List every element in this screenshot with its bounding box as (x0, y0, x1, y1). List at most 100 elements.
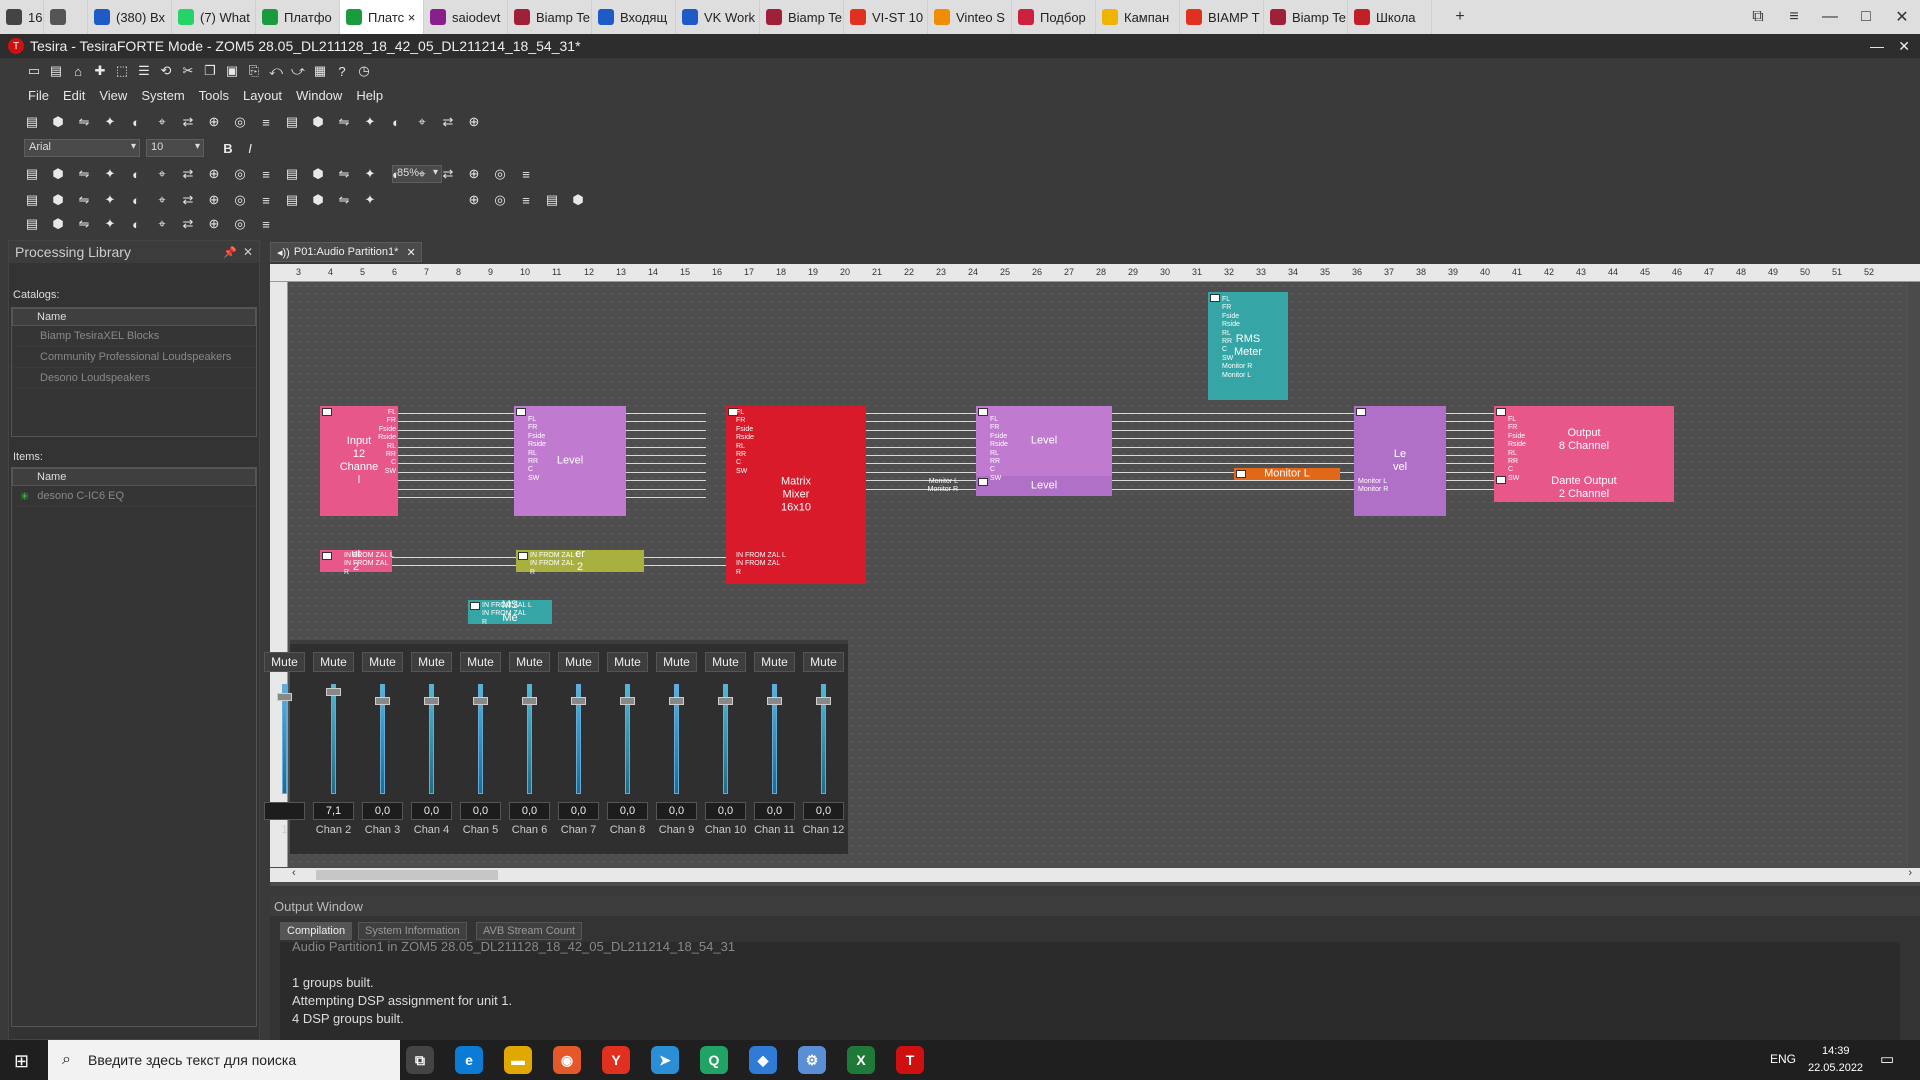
fader-value[interactable] (264, 802, 305, 820)
clock-date[interactable]: 22.05.2022 (1808, 1062, 1863, 1074)
toolbar-icon[interactable]: ▤ (544, 192, 560, 208)
fader-knob[interactable] (375, 697, 390, 706)
toolbar-icon[interactable]: ⌖ (414, 114, 430, 130)
mute-button[interactable]: Mute (656, 652, 697, 672)
toolbar-icon[interactable]: ≡ (518, 166, 534, 182)
browser-tab[interactable]: BIAMP T (1180, 0, 1264, 34)
toolbar-icon[interactable]: ▤ (24, 192, 40, 208)
toolbar-icon[interactable]: ◎ (232, 166, 248, 182)
toolbar-icon[interactable]: ▤ (284, 166, 300, 182)
toolbar-icon[interactable]: ◎ (232, 216, 248, 232)
toolbar-icon[interactable]: ≡ (258, 192, 274, 208)
fader-value[interactable]: 7,1 (313, 802, 354, 820)
toolbar-icon[interactable]: ⎘ (246, 63, 262, 79)
fader-knob[interactable] (571, 697, 586, 706)
menu-view[interactable]: View (99, 88, 127, 103)
toolbar-icon[interactable]: ⇋ (76, 192, 92, 208)
toolbar-icon[interactable]: ☰ (136, 63, 152, 79)
mute-button[interactable]: Mute (803, 652, 844, 672)
fader-knob[interactable] (424, 697, 439, 706)
toolbar-icon[interactable]: ⬚ (114, 63, 130, 79)
toolbar-icon[interactable]: ▤ (24, 216, 40, 232)
taskbar-search[interactable]: ⌕ Введите здесь текст для поиска (48, 1040, 400, 1080)
toolbar-icon[interactable]: ✦ (362, 166, 378, 182)
toolbar-icon[interactable]: ⤺ (268, 63, 284, 79)
taskbar-app-icon[interactable]: ⧉ (406, 1046, 434, 1074)
toolbar-icon[interactable]: ⇋ (76, 216, 92, 232)
browser-tab[interactable]: Платс × (340, 0, 424, 34)
toolbar-icon[interactable]: ⇋ (76, 166, 92, 182)
fader-knob[interactable] (522, 697, 537, 706)
toolbar-icon[interactable]: ✦ (102, 216, 118, 232)
browser-tab[interactable]: saiodevt (424, 0, 508, 34)
browser-tab[interactable]: Подбор (1012, 0, 1096, 34)
maximize-icon[interactable]: □ (1848, 0, 1884, 34)
menu-layout[interactable]: Layout (243, 88, 282, 103)
toolbar-icon[interactable]: ◐ (128, 114, 144, 130)
toolbar-icon[interactable]: ⇄ (180, 166, 196, 182)
minimize-button[interactable]: — (1870, 38, 1884, 54)
toolbar-icon[interactable]: ? (334, 63, 350, 79)
toolbar-icon[interactable]: ◐ (388, 166, 404, 182)
taskbar-app-icon[interactable]: Y (602, 1046, 630, 1074)
document-tab[interactable]: ◂)) P01:Audio Partition1* ✕ (270, 242, 422, 262)
toolbar-icon[interactable]: ⇄ (180, 216, 196, 232)
toolbar-icon[interactable]: ⬢ (570, 192, 586, 208)
toolbar-icon[interactable]: ◎ (232, 192, 248, 208)
taskbar-app-icon[interactable]: ◆ (749, 1046, 777, 1074)
toolbar-icon[interactable]: ✦ (102, 166, 118, 182)
fader-knob[interactable] (326, 688, 341, 697)
toolbar-icon[interactable]: ⌂ (70, 63, 86, 79)
toolbar-icon[interactable]: ◐ (128, 166, 144, 182)
browser-tab[interactable]: Школа (1348, 0, 1432, 34)
toolbar-icon[interactable]: ⬢ (50, 192, 66, 208)
new-tab-button[interactable]: + (1442, 0, 1478, 34)
taskbar-app-icon[interactable]: ➤ (651, 1046, 679, 1074)
fader-value[interactable]: 0,0 (362, 802, 403, 820)
browser-tab[interactable]: Biamp Te (760, 0, 844, 34)
fader-value[interactable]: 0,0 (460, 802, 501, 820)
mute-button[interactable]: Mute (558, 652, 599, 672)
windows-start-icon[interactable]: ⊞ (14, 1051, 29, 1072)
toolbar-icon[interactable]: ◐ (128, 192, 144, 208)
browser-tab[interactable]: Vinteo S (928, 0, 1012, 34)
fader-value[interactable]: 0,0 (803, 802, 844, 820)
browser-tab[interactable]: Biamp Te (508, 0, 592, 34)
toolbar-icon[interactable]: ⌖ (414, 166, 430, 182)
browser-tab[interactable] (44, 0, 88, 34)
clock-time[interactable]: 14:39 (1822, 1045, 1850, 1057)
toolbar-icon[interactable]: ⬢ (310, 192, 326, 208)
browser-tab[interactable]: Входящ (592, 0, 676, 34)
fader-value[interactable]: 0,0 (509, 802, 550, 820)
toolbar-icon[interactable]: ⇄ (180, 114, 196, 130)
toolbar-icon[interactable]: ≡ (518, 192, 534, 208)
toolbar-icon[interactable]: ⇋ (336, 166, 352, 182)
menu-window[interactable]: Window (296, 88, 342, 103)
toolbar-icon[interactable]: ▤ (284, 114, 300, 130)
toolbar-icon[interactable]: ⊕ (206, 216, 222, 232)
notification-icon[interactable]: ▭ (1880, 1050, 1894, 1068)
toolbar-icon[interactable]: ⊕ (206, 114, 222, 130)
toolbar-icon[interactable]: ⌖ (154, 166, 170, 182)
toolbar-icon[interactable]: ⤻ (290, 63, 306, 79)
toolbar-icon[interactable]: ▭ (26, 63, 42, 79)
mute-button[interactable]: Mute (362, 652, 403, 672)
toolbar-icon[interactable]: ◐ (388, 114, 404, 130)
browser-tab[interactable]: 16 (0, 0, 44, 34)
taskbar-app-icon[interactable]: e (455, 1046, 483, 1074)
restore-icon[interactable]: ⧉ (1740, 0, 1776, 34)
browser-tab[interactable]: Кампан (1096, 0, 1180, 34)
horizontal-scrollbar[interactable]: ‹ › (270, 867, 1920, 882)
toolbar-icon[interactable]: ⟲ (158, 63, 174, 79)
toolbar-icon[interactable]: ⌖ (154, 114, 170, 130)
fader-track[interactable] (331, 684, 336, 794)
fader-knob[interactable] (620, 697, 635, 706)
scroll-thumb[interactable] (316, 870, 498, 880)
fader-value[interactable]: 0,0 (607, 802, 648, 820)
toolbar-icon[interactable]: ⌖ (154, 192, 170, 208)
toolbar-icon[interactable]: ⬢ (50, 166, 66, 182)
taskbar-app-icon[interactable]: Q (700, 1046, 728, 1074)
toolbar-icon[interactable]: ≡ (258, 114, 274, 130)
catalog-item[interactable]: Biamp TesiraXEL Blocks (12, 326, 256, 347)
toolbar-icon[interactable]: ≡ (258, 166, 274, 182)
